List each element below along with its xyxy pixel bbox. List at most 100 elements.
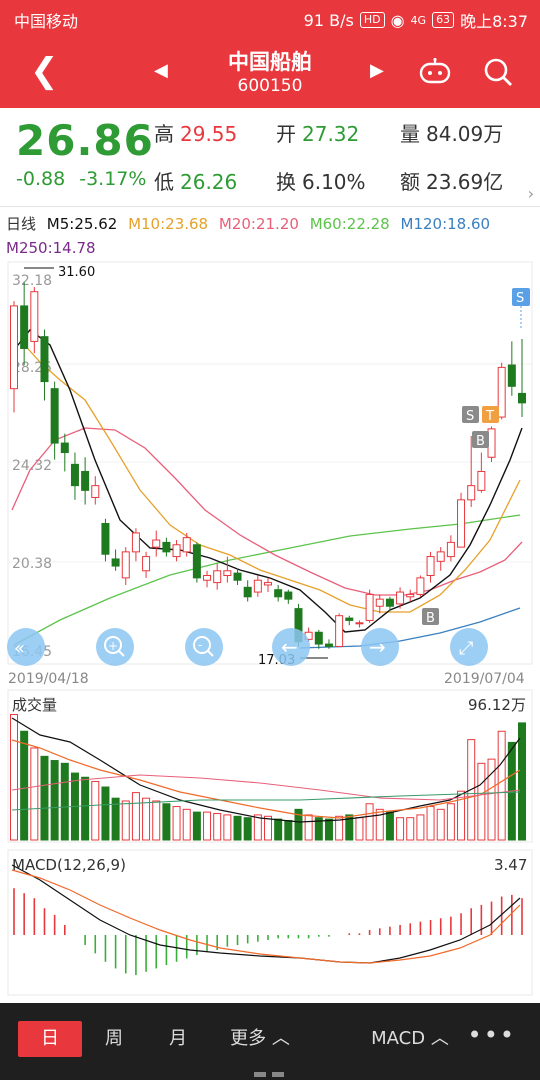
candle-body bbox=[70, 463, 79, 487]
candle-body bbox=[101, 522, 110, 555]
candle-body bbox=[324, 643, 333, 647]
tab-more[interactable]: 更多 ︿ bbox=[212, 1021, 308, 1057]
candle-body bbox=[182, 537, 191, 553]
tab-week[interactable]: 周 bbox=[82, 1021, 146, 1057]
search-icon[interactable] bbox=[482, 56, 514, 88]
end-date: 2019/07/04 bbox=[444, 671, 525, 687]
turnover-item: 换 6.10% bbox=[276, 166, 366, 195]
volume-bar bbox=[162, 803, 171, 841]
status-icons: 91 B/s HD ◉ 4G 63 晚上8:37 bbox=[304, 8, 528, 32]
volume-bar bbox=[50, 760, 59, 841]
robot-assistant-icon[interactable] bbox=[418, 58, 452, 84]
volume-bar bbox=[213, 813, 222, 841]
candle-body bbox=[172, 544, 181, 558]
volume-bar bbox=[324, 818, 333, 841]
volume-bar bbox=[60, 762, 69, 841]
high-value: 29.55 bbox=[180, 122, 238, 146]
open-item: 开 27.32 bbox=[276, 118, 359, 147]
candle-body bbox=[10, 305, 18, 390]
low-label: 低 bbox=[154, 170, 174, 194]
volume-bar bbox=[81, 776, 90, 841]
candle-body bbox=[416, 577, 425, 595]
more-menu-icon[interactable]: ••• bbox=[468, 1021, 516, 1049]
volume-bar bbox=[203, 811, 212, 841]
volume-max-label: 96.12万 bbox=[468, 696, 526, 714]
app-header: ❮ ◀ 中国船舶 600150 ▶ bbox=[0, 36, 540, 108]
volume-bar bbox=[131, 792, 140, 841]
status-bar: 中国移动 91 B/s HD ◉ 4G 63 晚上8:37 bbox=[0, 0, 540, 36]
volume-bar bbox=[142, 797, 151, 841]
hd-icon: HD bbox=[359, 12, 385, 28]
stock-code: 600150 bbox=[237, 76, 303, 96]
candle-body bbox=[335, 615, 344, 647]
candle-body bbox=[233, 572, 242, 581]
candle-body bbox=[375, 598, 384, 607]
volume-value: 84.09万 bbox=[426, 122, 504, 146]
start-date: 2019/04/18 bbox=[8, 671, 89, 687]
candle-body bbox=[30, 291, 39, 342]
arrow-right-icon: → bbox=[369, 635, 386, 659]
macd-title: MACD(12,26,9) bbox=[12, 856, 126, 874]
candle-body bbox=[477, 470, 486, 491]
y-tick-label: 32.18 bbox=[12, 273, 52, 289]
volume-bar bbox=[426, 806, 435, 841]
turnover-value: 6.10% bbox=[302, 170, 366, 194]
volume-bars bbox=[10, 714, 526, 841]
candle-body bbox=[60, 442, 69, 454]
signal-label: T bbox=[485, 409, 494, 424]
next-stock-icon[interactable]: ▶ bbox=[370, 60, 384, 81]
candle-body bbox=[436, 551, 445, 562]
volume-bar bbox=[223, 814, 232, 841]
tab-month[interactable]: 月 bbox=[146, 1021, 210, 1057]
open-label: 开 bbox=[276, 122, 296, 146]
stock-name: 中国船舶 bbox=[228, 50, 312, 74]
bottom-toolbar: 日 周 月 更多 ︿ MACD ︿ ••• bbox=[0, 1003, 540, 1080]
candle-body bbox=[162, 541, 171, 553]
candle-body bbox=[497, 366, 506, 418]
indicator-select[interactable]: MACD ︿ bbox=[358, 1021, 462, 1057]
candle-body bbox=[192, 544, 201, 579]
ma-legend[interactable]: 日线 M5:25.62 M10:23.68 M20:21.20 M60:22.2… bbox=[6, 212, 536, 260]
high-label: 高 bbox=[154, 122, 174, 146]
change-value: -0.88 bbox=[16, 168, 66, 190]
volume-label: 量 bbox=[400, 122, 420, 146]
candle-body bbox=[203, 575, 212, 581]
volume-title: 成交量 bbox=[12, 696, 57, 714]
candle-body bbox=[20, 305, 29, 349]
eye-icon: ◉ bbox=[390, 10, 405, 30]
candle-body bbox=[152, 539, 161, 548]
volume-bar bbox=[30, 747, 39, 841]
candle-body bbox=[81, 470, 90, 491]
ma10-line bbox=[19, 339, 521, 613]
amount-value: 23.69亿 bbox=[426, 170, 504, 194]
volume-bar bbox=[518, 722, 526, 841]
volume-item: 量 84.09万 bbox=[400, 118, 503, 147]
clock: 晚上8:37 bbox=[460, 12, 528, 31]
candle-body bbox=[253, 579, 262, 593]
volume-bar bbox=[274, 818, 283, 841]
tab-day[interactable]: 日 bbox=[18, 1021, 82, 1057]
candle-body bbox=[518, 392, 526, 404]
ma120-label: M120:18.60 bbox=[400, 215, 491, 233]
volume-bar bbox=[101, 786, 110, 841]
candle-body bbox=[243, 586, 252, 598]
change-percent: -3.17% bbox=[79, 168, 147, 190]
candle-body bbox=[131, 532, 140, 553]
candle-body bbox=[396, 591, 405, 605]
kline-chart[interactable]: 32.18 28.25 24.32 20.38 16.45 31.60 17.0… bbox=[0, 258, 540, 1003]
drag-handle[interactable] bbox=[254, 1072, 288, 1078]
volume-bar bbox=[446, 803, 455, 841]
zoom-out-button[interactable] bbox=[185, 628, 223, 666]
candle-body bbox=[406, 593, 415, 598]
volume-bar bbox=[172, 806, 181, 841]
candle-body bbox=[457, 499, 466, 548]
scroll-left-button[interactable] bbox=[7, 628, 45, 666]
volume-bar bbox=[40, 755, 49, 841]
chevron-right-icon[interactable]: › bbox=[528, 184, 534, 203]
ma10-label: M10:23.68 bbox=[128, 215, 209, 233]
signal-label: S bbox=[466, 409, 474, 424]
candle-body bbox=[446, 541, 455, 558]
volume-bar bbox=[416, 814, 425, 841]
battery-icon: 63 bbox=[432, 12, 455, 28]
signal-label: S bbox=[516, 291, 524, 306]
